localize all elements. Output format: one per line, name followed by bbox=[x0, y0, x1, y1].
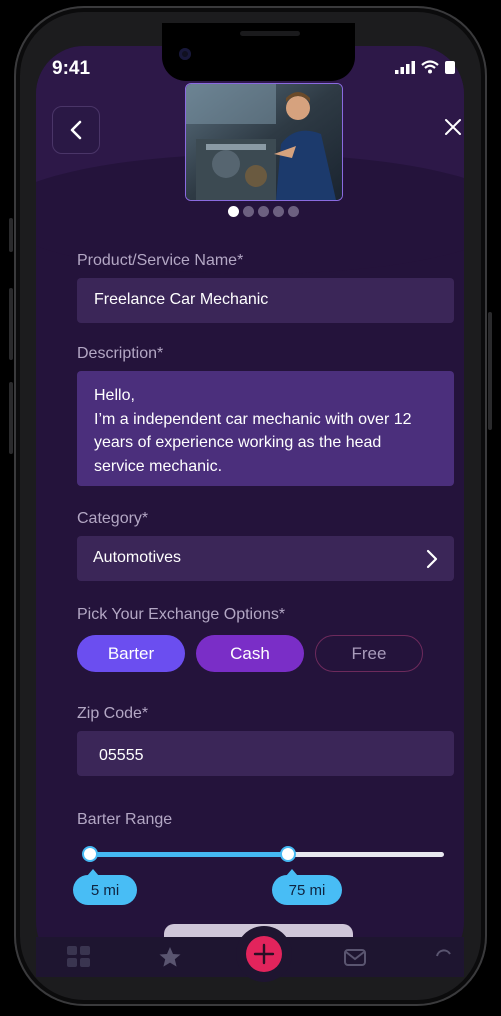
name-input[interactable]: Freelance Car Mechanic bbox=[77, 278, 454, 323]
signal-icon bbox=[395, 60, 415, 74]
category-select[interactable]: Automotives bbox=[77, 536, 454, 581]
star-icon bbox=[159, 947, 181, 967]
mechanic-photo bbox=[186, 84, 342, 200]
description-line: service mechanic. bbox=[94, 457, 223, 475]
status-time: 9:41 bbox=[52, 58, 91, 79]
pagination-dot[interactable] bbox=[243, 206, 254, 217]
pagination-dot[interactable] bbox=[258, 206, 269, 217]
pagination-dot[interactable] bbox=[228, 206, 239, 217]
pagination-dot[interactable] bbox=[288, 206, 299, 217]
slider-max-thumb[interactable] bbox=[280, 846, 296, 862]
refresh-icon bbox=[436, 949, 451, 957]
battery-icon bbox=[445, 60, 455, 74]
pagination-dot[interactable] bbox=[273, 206, 284, 217]
tab-profile[interactable] bbox=[434, 946, 452, 972]
exchange-option-barter[interactable]: Barter bbox=[77, 635, 185, 672]
add-listing-fab bbox=[236, 926, 292, 982]
description-line: Hello, bbox=[94, 387, 135, 404]
tab-messages[interactable] bbox=[343, 946, 367, 972]
category-label: Category* bbox=[77, 510, 149, 527]
description-textarea[interactable]: Hello, I’m a independent car mechanic wi… bbox=[77, 371, 454, 486]
volume-down-button bbox=[9, 382, 13, 454]
photo-pagination bbox=[228, 206, 299, 217]
close-button[interactable] bbox=[440, 114, 466, 140]
barter-range-slider[interactable] bbox=[82, 845, 448, 865]
grid-icon bbox=[67, 946, 90, 967]
mail-icon bbox=[344, 949, 366, 966]
add-listing-button[interactable] bbox=[246, 936, 282, 972]
status-icons bbox=[395, 60, 455, 74]
exchange-option-cash[interactable]: Cash bbox=[196, 635, 304, 672]
power-button bbox=[488, 312, 492, 430]
description-label: Description* bbox=[77, 345, 164, 362]
mute-switch bbox=[9, 218, 13, 252]
zip-label: Zip Code* bbox=[77, 705, 149, 722]
back-button[interactable] bbox=[52, 106, 100, 154]
plus-icon bbox=[253, 943, 275, 965]
chevron-right-icon bbox=[426, 549, 438, 569]
close-icon bbox=[445, 119, 461, 135]
wifi-icon bbox=[421, 60, 439, 74]
slider-min-thumb[interactable] bbox=[82, 846, 98, 862]
category-value: Automotives bbox=[93, 549, 182, 566]
front-camera bbox=[179, 48, 191, 60]
zip-input[interactable]: 05555 bbox=[77, 731, 454, 776]
tab-favorites[interactable] bbox=[158, 946, 182, 972]
notch bbox=[162, 23, 355, 81]
chevron-left-icon bbox=[70, 120, 82, 140]
exchange-option-free[interactable]: Free bbox=[315, 635, 423, 672]
description-line: I’m a independent car mechanic with over… bbox=[94, 410, 412, 428]
listing-photo[interactable] bbox=[185, 83, 343, 201]
tab-home[interactable] bbox=[67, 946, 91, 972]
range-min-tooltip: 5 mi bbox=[73, 869, 137, 905]
volume-up-button bbox=[9, 288, 13, 360]
range-max-tooltip: 75 mi bbox=[272, 869, 342, 905]
range-label: Barter Range bbox=[77, 811, 173, 828]
slider-fill bbox=[90, 852, 288, 857]
description-line: years of experience working as the head bbox=[94, 434, 382, 451]
name-label: Product/Service Name* bbox=[77, 252, 244, 269]
speaker bbox=[240, 31, 300, 36]
exchange-label: Pick Your Exchange Options* bbox=[77, 606, 286, 623]
